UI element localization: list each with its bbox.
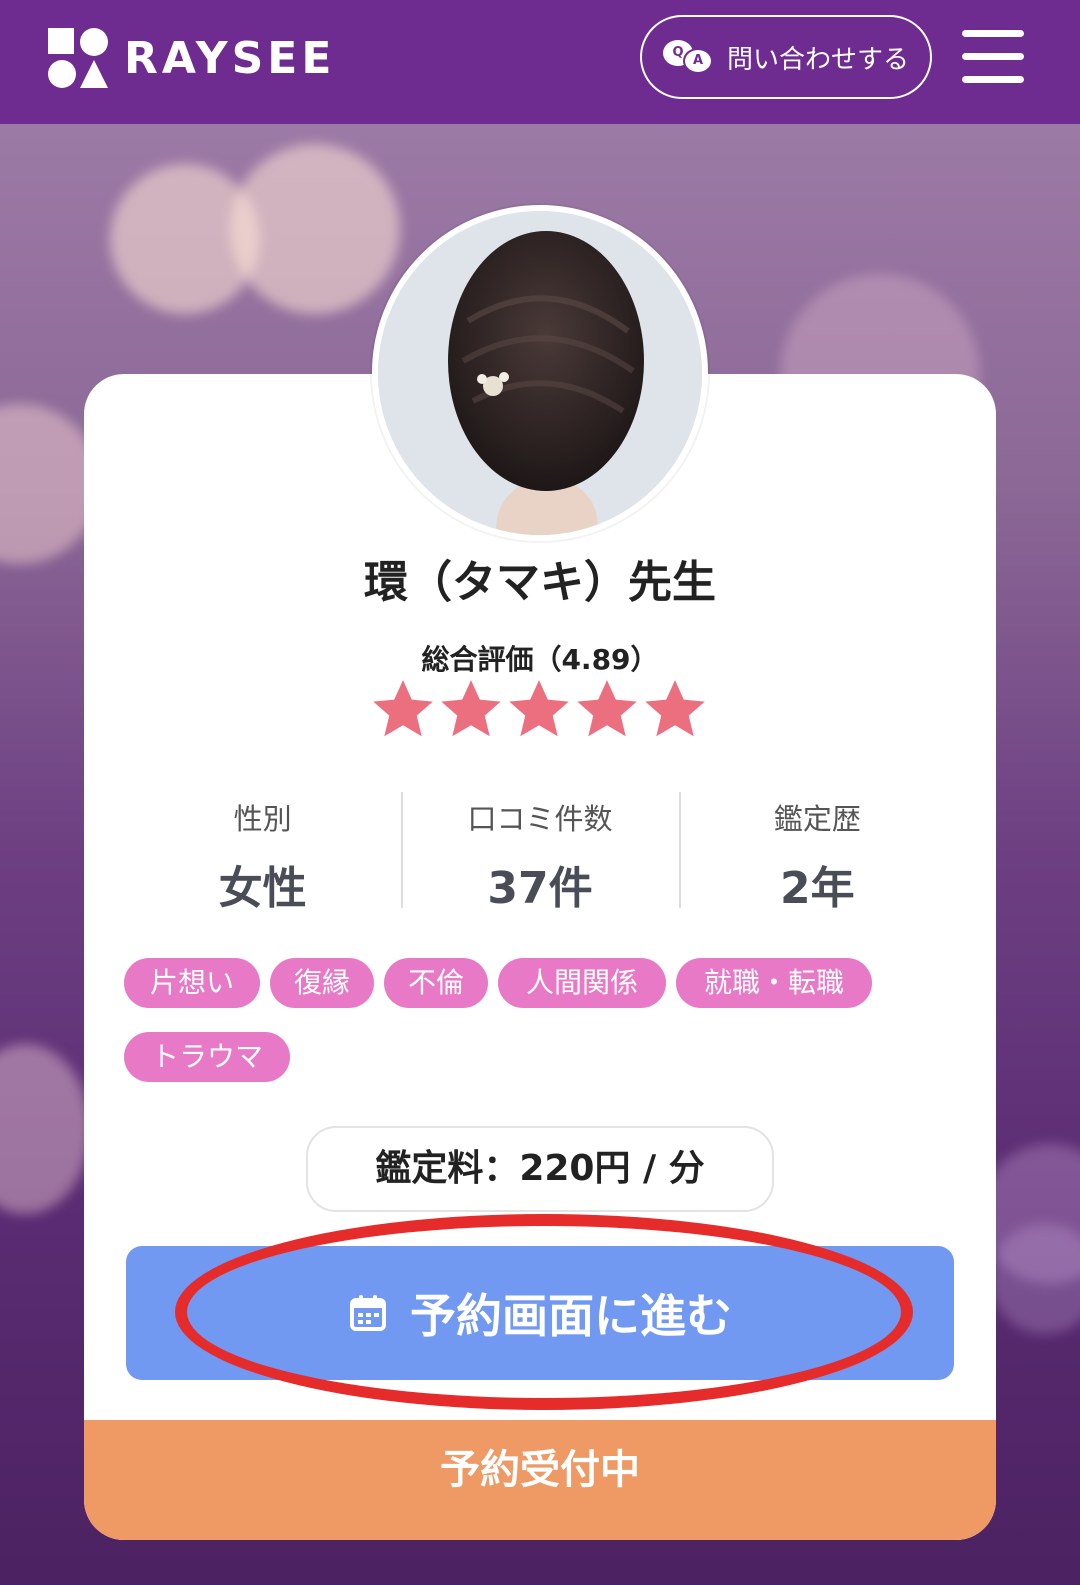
calendar-icon [350,1295,386,1331]
avatar-photo [378,211,702,535]
contact-button[interactable]: Q A 問い合わせする [640,15,932,99]
qa-chat-icon: Q A [662,40,715,74]
reservation-status-bar: 予約受付中 [84,1420,996,1540]
star-icon [645,680,705,737]
rating-stars [370,676,710,742]
stat-review-count: 口コミ件数 37件 [401,792,678,914]
star-icon [441,680,501,737]
overall-rating-label: 総合評価（4.89） [421,643,659,676]
tag[interactable]: 不倫 [384,958,488,1008]
tag[interactable]: 人間関係 [498,958,666,1008]
stat-value: 女性 [218,863,307,914]
brand-name: RAYSEE [124,32,336,84]
reserve-button-label: 予約画面に進む [410,1289,732,1343]
site-header: RAYSEE Q A 問い合わせする [0,0,1080,124]
star-icon [509,680,569,737]
stat-experience: 鑑定歴 2年 [678,792,956,914]
tag[interactable]: トラウマ [124,1032,290,1082]
contact-button-label: 問い合わせする [726,44,909,75]
hamburger-menu-icon[interactable] [962,30,1026,84]
tag[interactable]: 復縁 [270,958,374,1008]
tag[interactable]: 就職・転職 [676,958,872,1008]
proceed-to-reservation-button[interactable]: 予約画面に進む [126,1246,954,1380]
stat-value: 2年 [780,863,855,914]
star-icon [373,680,433,737]
brand-logo[interactable]: RAYSEE [48,26,348,90]
advisor-name: 環（タマキ）先生 [364,557,716,608]
stat-label: 鑑定歴 [773,802,861,836]
stat-value: 37件 [487,863,593,914]
logo-mark-icon [48,28,108,88]
stat-label: 性別 [233,802,292,836]
avatar [372,205,708,541]
stat-label: 口コミ件数 [467,802,613,836]
tag[interactable]: 片想い [124,958,260,1008]
stats-row: 性別 女性 口コミ件数 37件 鑑定歴 2年 [124,792,956,914]
star-icon [577,680,637,737]
consultation-fee: 鑑定料：220円 / 分 [306,1126,774,1212]
stat-gender: 性別 女性 [124,792,401,914]
